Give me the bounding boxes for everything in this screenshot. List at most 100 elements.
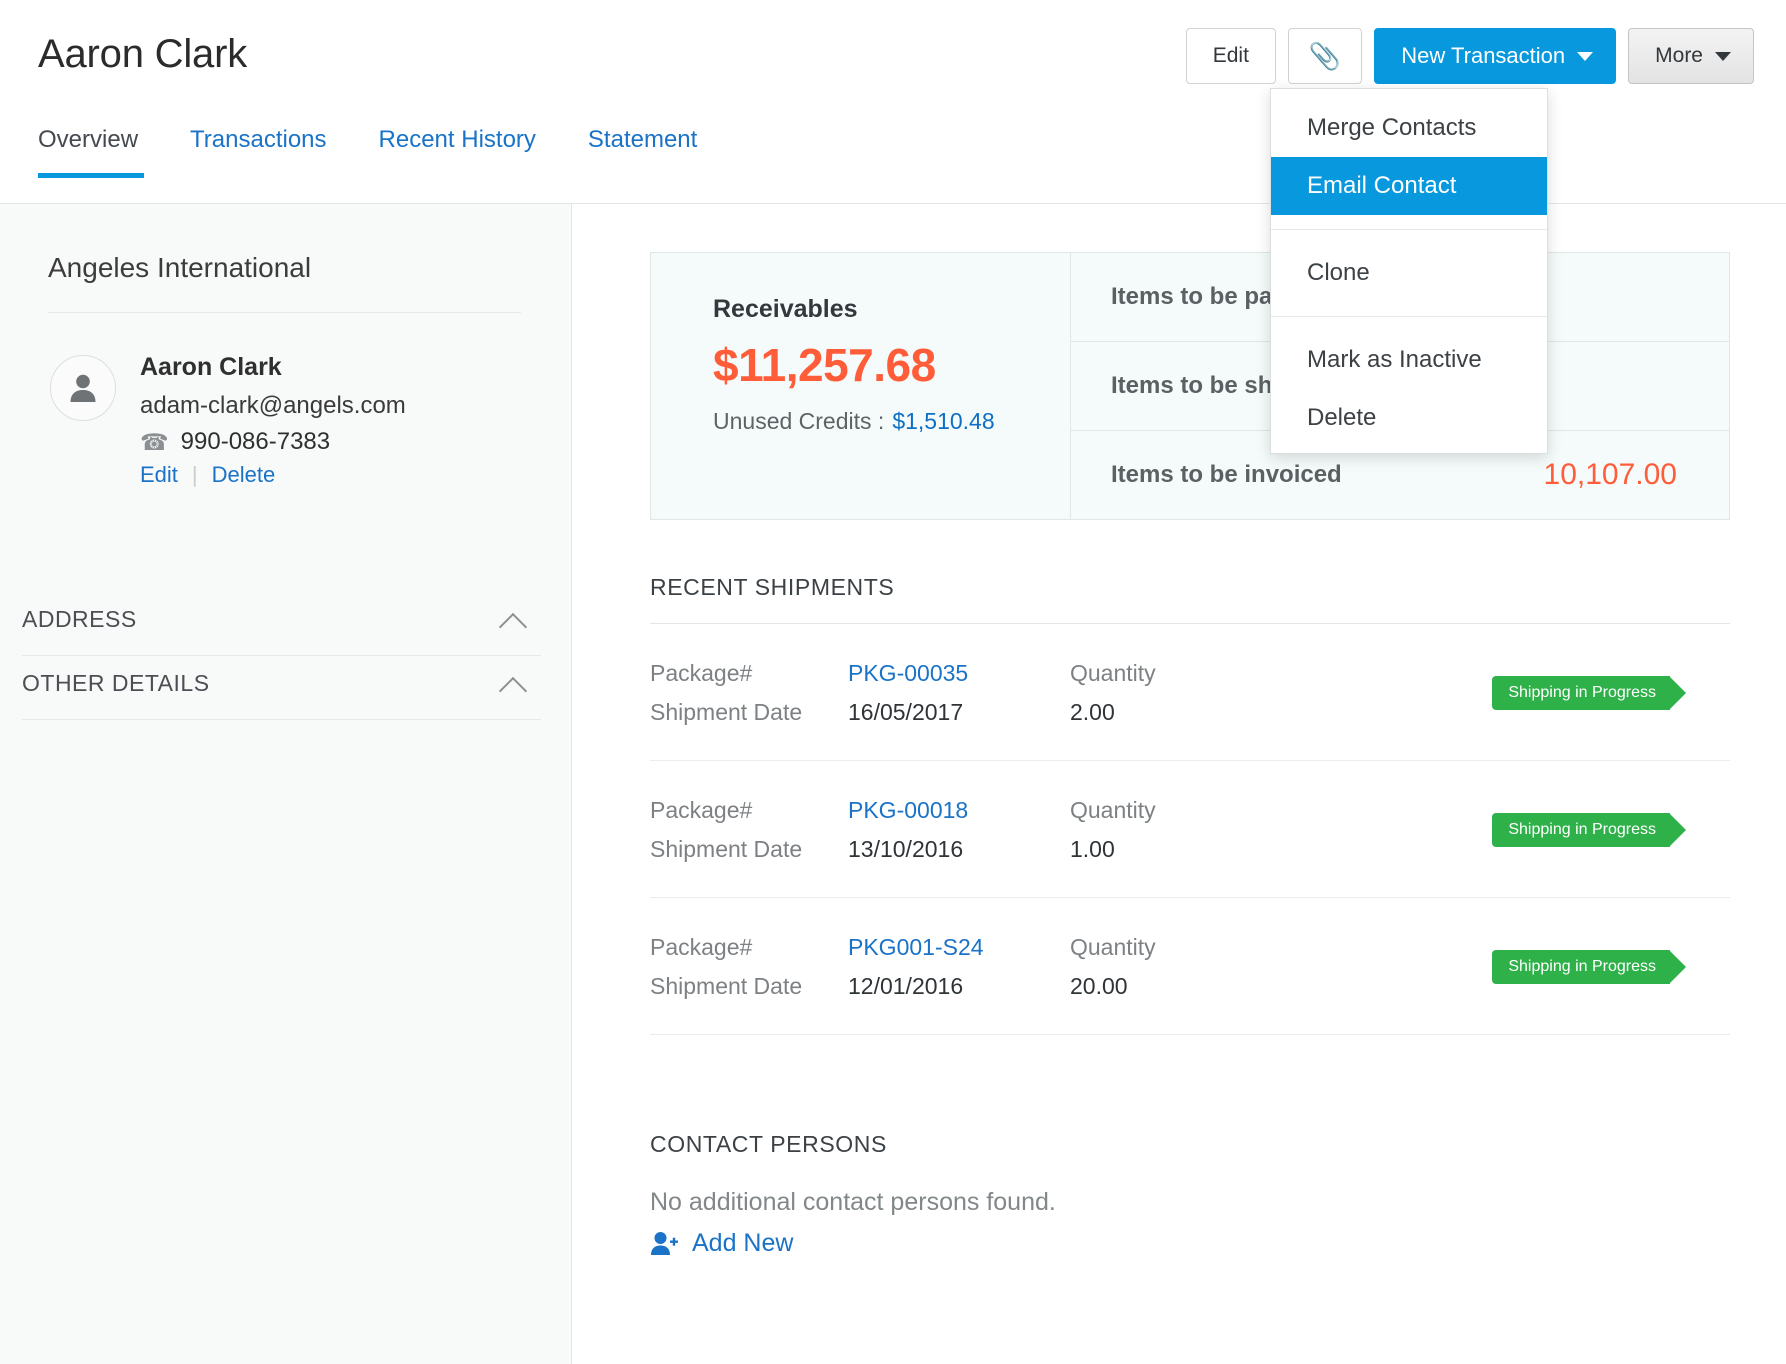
tab-statement[interactable]: Statement	[562, 126, 723, 178]
tab-recent-history[interactable]: Recent History	[353, 126, 562, 178]
table-row[interactable]: Package# PKG-00018 Shipment Date 13/10/2…	[650, 761, 1730, 898]
shipment-status-column: Shipping in Progress	[1370, 676, 1730, 710]
summary-card: Receivables $11,257.68 Unused Credits : $…	[650, 252, 1730, 520]
shipment-status-column: Shipping in Progress	[1370, 950, 1730, 984]
telephone-icon: ☎	[140, 428, 169, 455]
menu-item-mark-as-inactive[interactable]: Mark as Inactive	[1271, 331, 1547, 389]
shipment-quantity-column: Quantity 2.00	[1070, 660, 1370, 726]
menu-item-email-contact[interactable]: Email Contact	[1271, 157, 1547, 215]
shipment-package-line: Package# PKG-00035	[650, 660, 1070, 687]
contact-delete-link[interactable]: Delete	[212, 462, 276, 488]
paperclip-icon: 📎	[1308, 41, 1342, 71]
unused-credits-row: Unused Credits : $1,510.48	[713, 408, 1070, 435]
sidebar-section-address[interactable]: ADDRESS	[22, 592, 541, 655]
receivables-amount: $11,257.68	[713, 339, 936, 391]
tab-transactions[interactable]: Transactions	[164, 126, 353, 178]
contact-name: Aaron Clark	[140, 353, 282, 381]
shipment-quantity-column: Quantity 1.00	[1070, 797, 1370, 863]
receivables-panel: Receivables $11,257.68 Unused Credits : $…	[651, 253, 1071, 519]
more-dropdown-menu: Merge Contacts Email Contact Clone Mark …	[1270, 88, 1548, 454]
quantity-value: 2.00	[1070, 699, 1115, 725]
page-title: Aaron Clark	[38, 32, 247, 76]
status-badge: Shipping in Progress	[1492, 676, 1686, 710]
contact-persons-section: CONTACT PERSONS No additional contact pe…	[650, 1131, 1730, 1258]
sidebar-section-address-label: ADDRESS	[22, 606, 137, 632]
shipment-status-column: Shipping in Progress	[1370, 813, 1730, 847]
shipment-date-line: Shipment Date 12/01/2016	[650, 973, 1070, 1000]
header-actions: Edit 📎 New Transaction More	[1185, 28, 1754, 84]
menu-item-merge-contacts[interactable]: Merge Contacts	[1271, 99, 1547, 157]
shipment-date-line: Shipment Date 16/05/2017	[650, 699, 1070, 726]
unused-credits-amount[interactable]: $1,510.48	[892, 408, 994, 434]
menu-divider	[1271, 229, 1547, 230]
package-key: Package#	[650, 660, 753, 686]
shipment-date-key: Shipment Date	[650, 836, 803, 862]
contact-persons-title: CONTACT PERSONS	[650, 1131, 887, 1157]
link-separator: |	[191, 462, 198, 487]
package-number-link[interactable]: PKG-00035	[848, 660, 968, 687]
status-badge: Shipping in Progress	[1492, 813, 1686, 847]
package-key: Package#	[650, 934, 753, 960]
sidebar-section-other-details-label: OTHER DETAILS	[22, 670, 210, 696]
quantity-key: Quantity	[1070, 934, 1156, 960]
recent-shipments-title: RECENT SHIPMENTS	[650, 574, 895, 600]
quantity-value: 1.00	[1070, 836, 1115, 862]
contact-actions: Edit | Delete	[140, 462, 406, 488]
shipment-date-line: Shipment Date 13/10/2016	[650, 836, 1070, 863]
contact-phone: 990-086-7383	[180, 428, 331, 455]
quantity-key: Quantity	[1070, 660, 1156, 686]
summary-row-label: Items to be invoiced	[1111, 461, 1342, 488]
receivables-label: Receivables	[713, 295, 858, 323]
shipment-date-value: 12/01/2016	[848, 973, 964, 999]
chevron-down-icon	[1715, 51, 1731, 61]
menu-item-clone[interactable]: Clone	[1271, 244, 1547, 302]
contact-persons-empty-message: No additional contact persons found.	[650, 1188, 1056, 1216]
sidebar-section-other-details[interactable]: OTHER DETAILS	[22, 656, 541, 719]
add-user-icon	[651, 1231, 678, 1255]
accordion-divider	[22, 719, 541, 720]
user-avatar-icon	[70, 374, 96, 402]
table-row[interactable]: Package# PKG001-S24 Shipment Date 12/01/…	[650, 898, 1730, 1035]
attachment-button[interactable]: 📎	[1287, 28, 1363, 84]
contact-edit-link[interactable]: Edit	[140, 462, 178, 488]
status-badge: Shipping in Progress	[1492, 950, 1686, 984]
shipment-quantity-column: Quantity 20.00	[1070, 934, 1370, 1000]
menu-divider	[1271, 316, 1547, 317]
organization-name: Angeles International	[48, 252, 312, 283]
quantity-value: 20.00	[1070, 973, 1128, 999]
shipment-package-column: Package# PKG001-S24 Shipment Date 12/01/…	[650, 934, 1070, 1000]
new-transaction-label: New Transaction	[1401, 43, 1566, 68]
more-label: More	[1655, 44, 1703, 67]
more-button[interactable]: More	[1628, 28, 1754, 84]
contact-email: adam-clark@angels.com	[140, 392, 406, 419]
shipment-package-line: Package# PKG-00018	[650, 797, 1070, 824]
edit-button[interactable]: Edit	[1185, 28, 1276, 84]
contact-sidebar: Angeles International Aaron Clark adam-c…	[0, 204, 572, 1364]
unused-credits-label: Unused Credits :	[713, 408, 885, 434]
shipment-date-value: 13/10/2016	[848, 836, 964, 862]
package-key: Package#	[650, 797, 753, 823]
add-contact-person-button[interactable]: Add New	[650, 1229, 1730, 1258]
table-row[interactable]: Package# PKG-00035 Shipment Date 16/05/2…	[650, 624, 1730, 761]
shipment-date-value: 16/05/2017	[848, 699, 964, 725]
chevron-down-icon	[1577, 51, 1594, 61]
contact-phone-row: ☎ 990-086-7383	[140, 428, 406, 456]
contact-lines: Aaron Clark adam-clark@angels.com ☎ 990-…	[140, 351, 406, 488]
shipment-package-line: Package# PKG001-S24	[650, 934, 1070, 961]
overview-main: Receivables $11,257.68 Unused Credits : $…	[572, 204, 1786, 1364]
chevron-up-icon[interactable]	[501, 677, 527, 691]
contact-detail-page: Aaron Clark Edit 📎 New Transaction More …	[0, 0, 1786, 1364]
sidebar-accordion: ADDRESS OTHER DETAILS	[22, 592, 547, 720]
menu-item-delete[interactable]: Delete	[1271, 389, 1547, 447]
shipment-package-column: Package# PKG-00035 Shipment Date 16/05/2…	[650, 660, 1070, 726]
tab-bar: Overview Transactions Recent History Sta…	[38, 126, 723, 178]
chevron-up-icon[interactable]	[501, 613, 527, 627]
primary-contact-block: Aaron Clark adam-clark@angels.com ☎ 990-…	[22, 313, 547, 488]
avatar	[50, 355, 116, 421]
new-transaction-button[interactable]: New Transaction	[1374, 28, 1617, 84]
package-number-link[interactable]: PKG001-S24	[848, 934, 984, 961]
package-number-link[interactable]: PKG-00018	[848, 797, 968, 824]
tab-overview[interactable]: Overview	[38, 126, 164, 178]
shipment-date-key: Shipment Date	[650, 973, 803, 999]
shipment-package-column: Package# PKG-00018 Shipment Date 13/10/2…	[650, 797, 1070, 863]
